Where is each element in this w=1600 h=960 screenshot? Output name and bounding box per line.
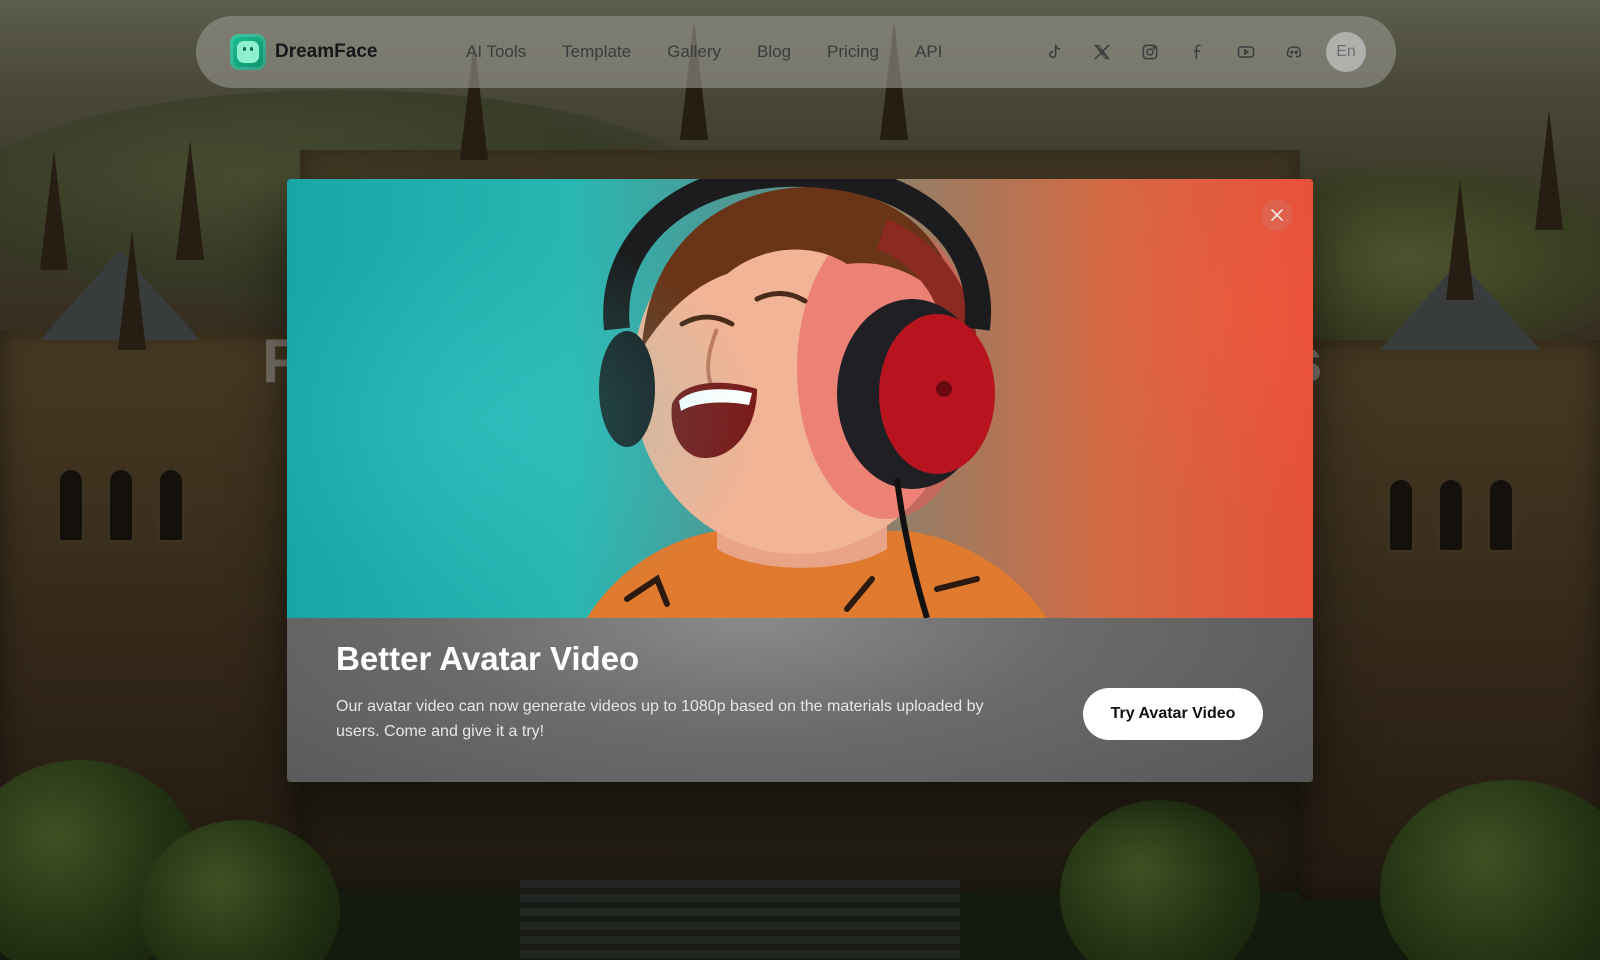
x-icon[interactable] [1082, 32, 1122, 72]
facebook-icon[interactable] [1178, 32, 1218, 72]
youtube-icon[interactable] [1226, 32, 1266, 72]
promo-image [287, 179, 1313, 618]
nav-api[interactable]: API [915, 42, 942, 62]
promo-content: Better Avatar Video Our avatar video can… [287, 618, 1313, 782]
discord-icon[interactable] [1274, 32, 1314, 72]
brand-link[interactable]: DreamFace [230, 34, 377, 70]
language-switcher[interactable]: En [1326, 32, 1366, 72]
nav-pricing[interactable]: Pricing [827, 42, 879, 62]
dreamface-logo-icon [230, 34, 266, 70]
try-avatar-video-button[interactable]: Try Avatar Video [1083, 688, 1263, 740]
close-modal-button[interactable] [1261, 199, 1293, 231]
main-menu: AI Tools Template Gallery Blog Pricing A… [466, 16, 978, 88]
nav-gallery[interactable]: Gallery [667, 42, 721, 62]
top-navigation: DreamFace AI Tools Template Gallery Blog… [196, 16, 1396, 88]
tiktok-icon[interactable] [1034, 32, 1074, 72]
brand-name: DreamFace [275, 41, 378, 62]
close-icon [1271, 209, 1283, 221]
instagram-icon[interactable] [1130, 32, 1170, 72]
promo-title: Better Avatar Video [336, 640, 640, 677]
nav-ai-tools[interactable]: AI Tools [466, 42, 526, 62]
social-links: En [1034, 32, 1366, 72]
promo-modal: Better Avatar Video Our avatar video can… [287, 179, 1313, 782]
nav-template[interactable]: Template [562, 42, 631, 62]
nav-blog[interactable]: Blog [757, 42, 791, 62]
promo-description: Our avatar video can now generate videos… [336, 698, 984, 740]
